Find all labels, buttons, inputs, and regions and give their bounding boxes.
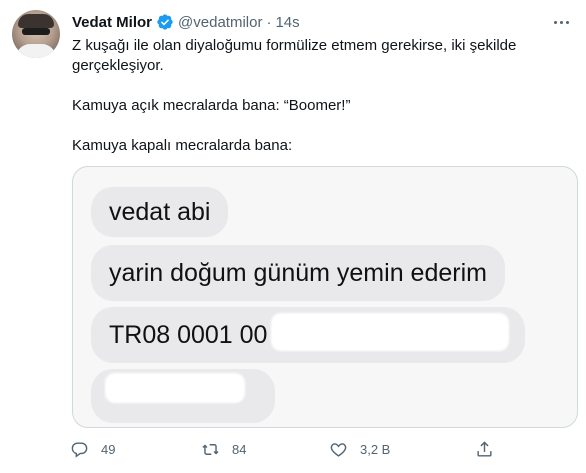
chat-bubble <box>91 369 275 423</box>
tweet-actions: 49 84 3,2 B <box>70 440 500 462</box>
retweet-count: 84 <box>232 442 247 457</box>
retweet-button[interactable]: 84 <box>201 440 246 459</box>
chat-bubble: vedat abi <box>91 187 229 237</box>
avatar[interactable] <box>12 10 60 58</box>
share-icon <box>477 441 492 457</box>
redaction-mark <box>271 313 509 351</box>
tweet-text-line: Kamuya açık mecralarda bana: “Boomer!” <box>72 97 351 114</box>
reply-button[interactable]: 49 <box>70 440 115 459</box>
retweet-icon <box>202 444 219 455</box>
tweet-text-line: Kamuya kapalı mecralarda bana: <box>72 137 293 154</box>
author-handle[interactable]: @vedatmilor <box>178 14 262 31</box>
chat-bubble-text: TR08 0001 00 <box>109 320 268 349</box>
avatar-glasses <box>22 28 50 35</box>
tweet-text-line: Z kuşağı ile olan diyaloğumu formülize e… <box>72 37 517 74</box>
more-icon[interactable] <box>550 12 572 32</box>
chat-bubble-text: vedat abi <box>109 197 211 226</box>
tweet-text: Z kuşağı ile olan diyaloğumu formülize e… <box>72 36 567 156</box>
reply-icon <box>71 442 88 458</box>
avatar-hair <box>18 14 54 28</box>
author-name[interactable]: Vedat Milor <box>72 14 152 31</box>
tweet-header: Vedat Milor @vedatmilor · 14s <box>72 12 300 32</box>
separator-dot: · <box>266 13 272 31</box>
tweet-timestamp[interactable]: 14s <box>275 14 299 31</box>
like-count: 3,2 B <box>360 442 391 457</box>
tweet-media-image[interactable]: vedat abi yarin doğum günüm yemin ederim… <box>72 166 578 428</box>
like-button[interactable]: 3,2 B <box>329 440 390 459</box>
reply-count: 49 <box>101 442 116 457</box>
redaction-mark <box>105 373 245 403</box>
verified-badge-icon <box>156 13 174 31</box>
chat-bubble: yarin doğum günüm yemin ederim <box>91 245 505 301</box>
avatar-shirt <box>16 44 56 58</box>
chat-bubble-text: yarin doğum günüm yemin ederim <box>109 258 487 287</box>
share-button[interactable] <box>475 440 506 459</box>
chat-bubble: TR08 0001 00 01 <box>91 307 525 363</box>
like-icon <box>330 443 347 457</box>
